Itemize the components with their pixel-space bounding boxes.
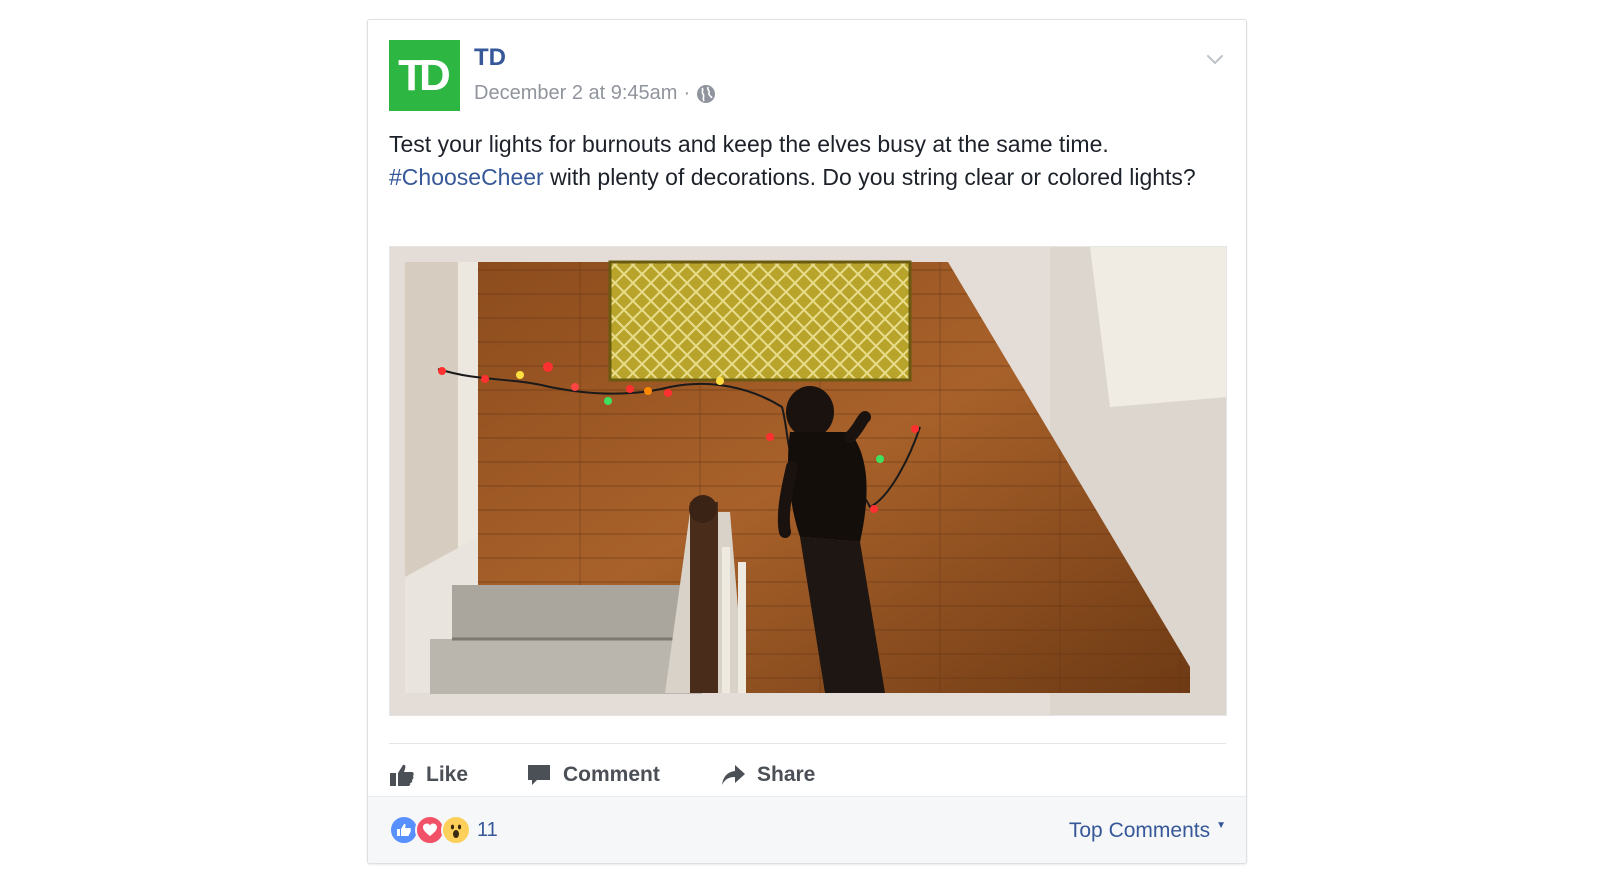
photo-illustration — [390, 247, 1226, 715]
post-meta: December 2 at 9:45am · — [474, 82, 716, 105]
action-bar: Like Comment Share — [389, 755, 860, 795]
actions-divider — [389, 743, 1226, 744]
top-comments-label: Top Comments — [1068, 819, 1211, 842]
share-arrow-icon — [722, 765, 745, 785]
reactions-summary[interactable]: 11 — [389, 815, 498, 845]
reaction-count[interactable]: 11 — [477, 819, 498, 842]
post-card: TD TD December 2 at 9:45am · Test your l… — [367, 19, 1247, 864]
share-button[interactable]: Share — [720, 755, 860, 795]
like-button[interactable]: Like — [389, 755, 526, 795]
globe-icon[interactable] — [696, 84, 716, 104]
post-message: Test your lights for burnouts and keep t… — [389, 128, 1199, 194]
like-label: Like — [426, 763, 469, 786]
comment-button[interactable]: Comment — [526, 755, 720, 795]
hashtag-link[interactable]: #ChooseCheer — [389, 164, 544, 190]
post-timestamp[interactable]: December 2 at 9:45am — [474, 82, 677, 105]
post-text-part2: with plenty of decorations. Do you strin… — [543, 164, 1196, 190]
post-header: TD TD December 2 at 9:45am · — [389, 40, 1226, 112]
wow-reaction-icon — [441, 815, 471, 845]
meta-separator: · — [683, 82, 691, 104]
comment-label: Comment — [563, 763, 660, 786]
page-name-link[interactable]: TD — [474, 44, 506, 72]
thumbs-up-icon — [390, 764, 414, 786]
page-avatar[interactable]: TD — [389, 40, 460, 111]
chevron-down-icon[interactable] — [1204, 48, 1226, 70]
post-text-part1: Test your lights for burnouts and keep t… — [389, 131, 1109, 157]
top-comments-dropdown[interactable]: Top Comments ▼ — [1069, 819, 1226, 843]
share-label: Share — [757, 763, 816, 786]
post-footer: 11 Top Comments ▼ — [368, 796, 1246, 863]
speech-bubble-icon — [528, 765, 550, 785]
td-logo: TD — [398, 50, 451, 100]
caret-down-icon: ▼ — [1216, 820, 1226, 831]
post-photo[interactable] — [389, 246, 1227, 716]
